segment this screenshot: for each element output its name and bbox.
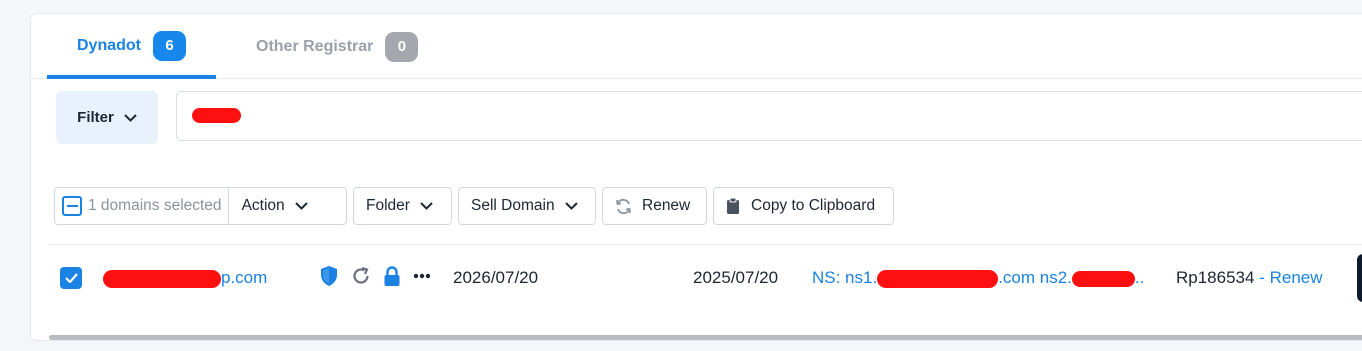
sell-domain-label: Sell Domain (471, 197, 555, 214)
row-action-button[interactable] (1357, 254, 1362, 302)
domain-suffix: p.com (221, 268, 268, 287)
registration-date: 2025/07/20 (693, 268, 779, 287)
sell-domain-dropdown[interactable]: Sell Domain (458, 187, 596, 225)
tab-dynadot-label: Dynadot (77, 36, 141, 54)
renew-label: Renew (642, 197, 691, 214)
tab-other-registrar[interactable]: Other Registrar 0 (256, 14, 419, 79)
copy-icon (727, 197, 739, 214)
filter-label: Filter (77, 109, 114, 126)
action-label: Action (241, 197, 285, 214)
tab-dynadot[interactable]: Dynadot 6 (47, 14, 216, 79)
bulk-action-toolbar: 1 domains selected Action Folder Sell Do… (31, 187, 1362, 225)
price-value: Rp186534 (1176, 268, 1255, 287)
domain-name-link[interactable]: p.com (103, 267, 267, 289)
nameservers-link[interactable]: NS: ns1. .com ns2... (812, 267, 1144, 289)
selected-count-text: 1 domains selected (88, 197, 222, 214)
domain-list-panel: Dynadot 6 Other Registrar 0 Filter 1 dom… (30, 13, 1362, 341)
price-separator: - (1259, 268, 1265, 287)
chevron-down-icon (564, 202, 578, 210)
redacted-ns1 (877, 269, 999, 288)
folder-dropdown[interactable]: Folder (353, 187, 452, 225)
expiration-date: 2026/07/20 (453, 268, 539, 287)
select-all-checkbox[interactable] (62, 196, 82, 216)
action-dropdown[interactable]: Action (229, 197, 308, 215)
search-input[interactable] (176, 91, 1362, 141)
tab-other-registrar-label: Other Registrar (256, 37, 374, 55)
redacted-search-text (192, 108, 241, 123)
renewal-price: Rp186534 - Renew (1176, 267, 1323, 289)
renew-button[interactable]: Renew (602, 187, 707, 225)
chevron-down-icon (124, 113, 137, 122)
refresh-icon[interactable] (351, 266, 371, 286)
filter-button[interactable]: Filter (56, 91, 158, 144)
copy-label: Copy to Clipboard (751, 197, 876, 214)
tab-other-registrar-count-badge: 0 (385, 31, 419, 62)
ns-ellipsis: .. (1134, 268, 1145, 287)
horizontal-scrollbar[interactable] (49, 335, 1362, 340)
domain-status-icons (319, 265, 443, 287)
row-checkbox[interactable] (60, 267, 82, 289)
refresh-icon (616, 198, 631, 214)
folder-label: Folder (366, 197, 410, 214)
more-icon[interactable] (413, 273, 431, 279)
check-icon (64, 273, 78, 283)
redacted-domain (103, 269, 221, 288)
selection-group: 1 domains selected Action (54, 187, 347, 225)
lock-icon[interactable] (383, 265, 401, 287)
registrar-tabs: Dynadot 6 Other Registrar 0 (31, 14, 1362, 79)
ns-prefix: NS: ns1. (812, 268, 878, 287)
chevron-down-icon (420, 202, 433, 210)
redacted-ns2 (1071, 270, 1135, 287)
tab-dynadot-count-badge: 6 (153, 30, 186, 61)
table-row: p.com 2026/07/20 2025/07/20 NS: ns1. .com… (31, 254, 1362, 300)
renew-link[interactable]: Renew (1270, 268, 1323, 287)
chevron-down-icon (294, 202, 308, 210)
table-divider (49, 244, 1362, 245)
ns-mid: .com ns2. (998, 268, 1072, 287)
shield-icon[interactable] (319, 265, 339, 287)
copy-to-clipboard-button[interactable]: Copy to Clipboard (713, 187, 894, 225)
